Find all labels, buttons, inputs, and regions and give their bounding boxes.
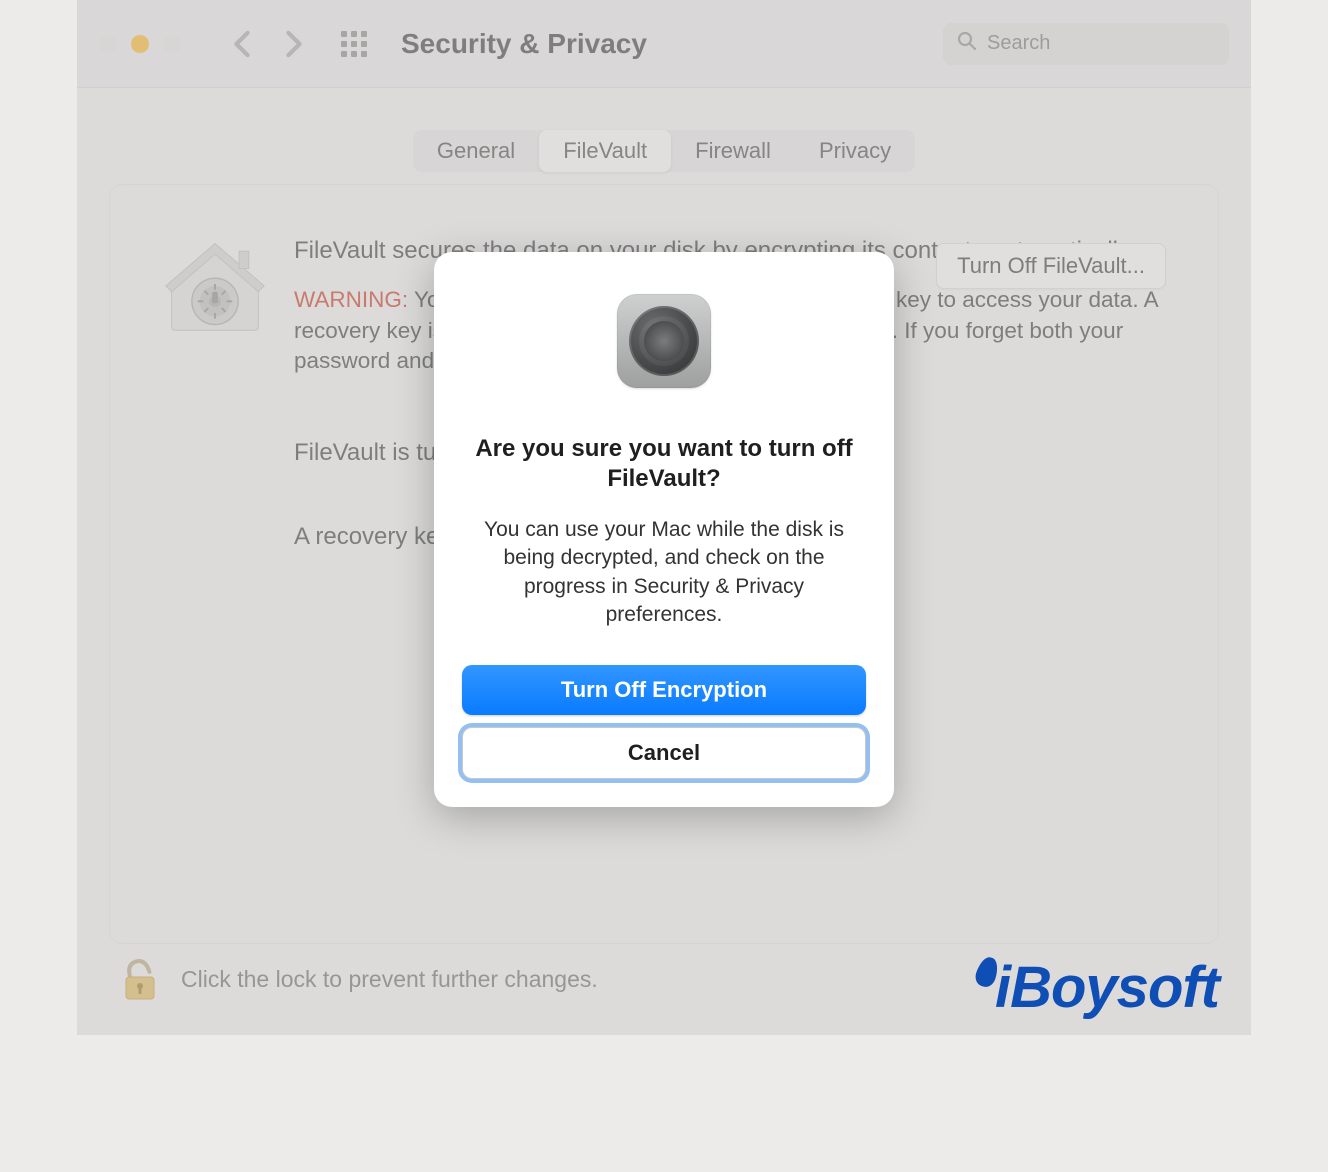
cancel-button[interactable]: Cancel [462, 727, 866, 779]
watermark-text: iBoysoft [995, 954, 1219, 1021]
turn-off-encryption-button[interactable]: Turn Off Encryption [462, 665, 866, 715]
system-preferences-icon [617, 294, 711, 388]
dialog-title: Are you sure you want to turn off FileVa… [462, 434, 866, 494]
dialog-body: You can use your Mac while the disk is b… [462, 516, 866, 629]
confirmation-dialog: Are you sure you want to turn off FileVa… [434, 252, 894, 807]
watermark: iBoysoft [977, 954, 1219, 1021]
preferences-window: Security & Privacy General FileVault Fir… [77, 0, 1251, 1035]
